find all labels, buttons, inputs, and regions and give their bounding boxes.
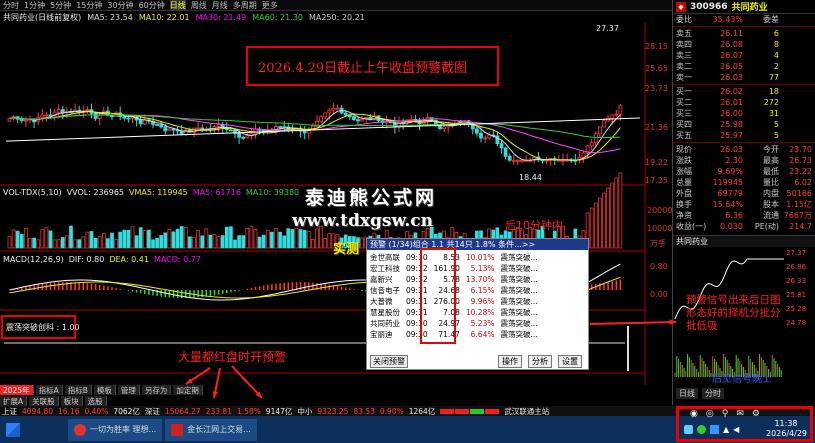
zx-amount: 1264亿	[408, 406, 436, 416]
volume-icon[interactable]: ◀	[733, 425, 739, 434]
clock[interactable]: 11:38 2026/4/29	[766, 419, 808, 439]
arrow-head	[669, 319, 676, 325]
network-icon[interactable]: ▲	[723, 425, 729, 434]
qq-icon[interactable]	[710, 425, 719, 434]
windows-start-icon[interactable]	[6, 422, 20, 437]
sz-value: 15064.27	[164, 406, 201, 416]
app-icon	[171, 423, 184, 436]
taskbar-item-2[interactable]: 金长江网上交易...	[165, 418, 257, 441]
tray-icon-3[interactable]: ⚲	[722, 409, 729, 419]
zx-value: 9323.25	[317, 406, 349, 416]
zx-pct: 0.90%	[379, 406, 404, 416]
sh-pct: 0.40%	[84, 406, 109, 416]
app-icon	[74, 423, 86, 436]
taskbar-item-2-label: 金长江网上交易...	[187, 425, 251, 434]
clock-date: 2026/4/29	[766, 429, 808, 438]
zx-label: 中小	[297, 406, 313, 416]
sh-value: 4094.80	[22, 406, 54, 416]
tray-icon-2[interactable]: ◎	[706, 409, 714, 419]
annotation-arrows	[185, 319, 677, 399]
sh-change: 16.16	[58, 406, 80, 416]
server-site: 武汉联通主站	[504, 406, 550, 416]
tray-top-icons: ◉ ◎ ⚲ ✉ ⚙	[690, 409, 760, 419]
sh-amount: 7062亿	[113, 406, 140, 416]
sz-amount: 9147亿	[265, 406, 293, 416]
sz-pct: 1.58%	[236, 406, 261, 416]
market-breadth-bar	[440, 408, 500, 414]
sz-change: 233.81	[205, 406, 232, 416]
annotation-arrow	[589, 321, 677, 325]
tray-icon-5[interactable]: ⚙	[752, 409, 760, 419]
zx-change: 83.53	[353, 406, 375, 416]
sh-label: 上证	[2, 406, 17, 416]
tray-app-icon[interactable]	[684, 425, 693, 434]
annotation-arrow	[231, 365, 263, 399]
taskbar-item-1-label: 一切为胜率 理想...	[90, 425, 157, 434]
clock-time: 11:38	[774, 419, 798, 428]
taskbar-item-1[interactable]: 一切为胜率 理想...	[68, 418, 163, 441]
system-tray: ▲ ◀	[684, 425, 739, 434]
tray-icon-1[interactable]: ◉	[690, 409, 698, 419]
sz-label: 深证	[144, 406, 160, 416]
tray-icon-4[interactable]: ✉	[736, 409, 744, 419]
wechat-icon[interactable]	[697, 425, 706, 434]
